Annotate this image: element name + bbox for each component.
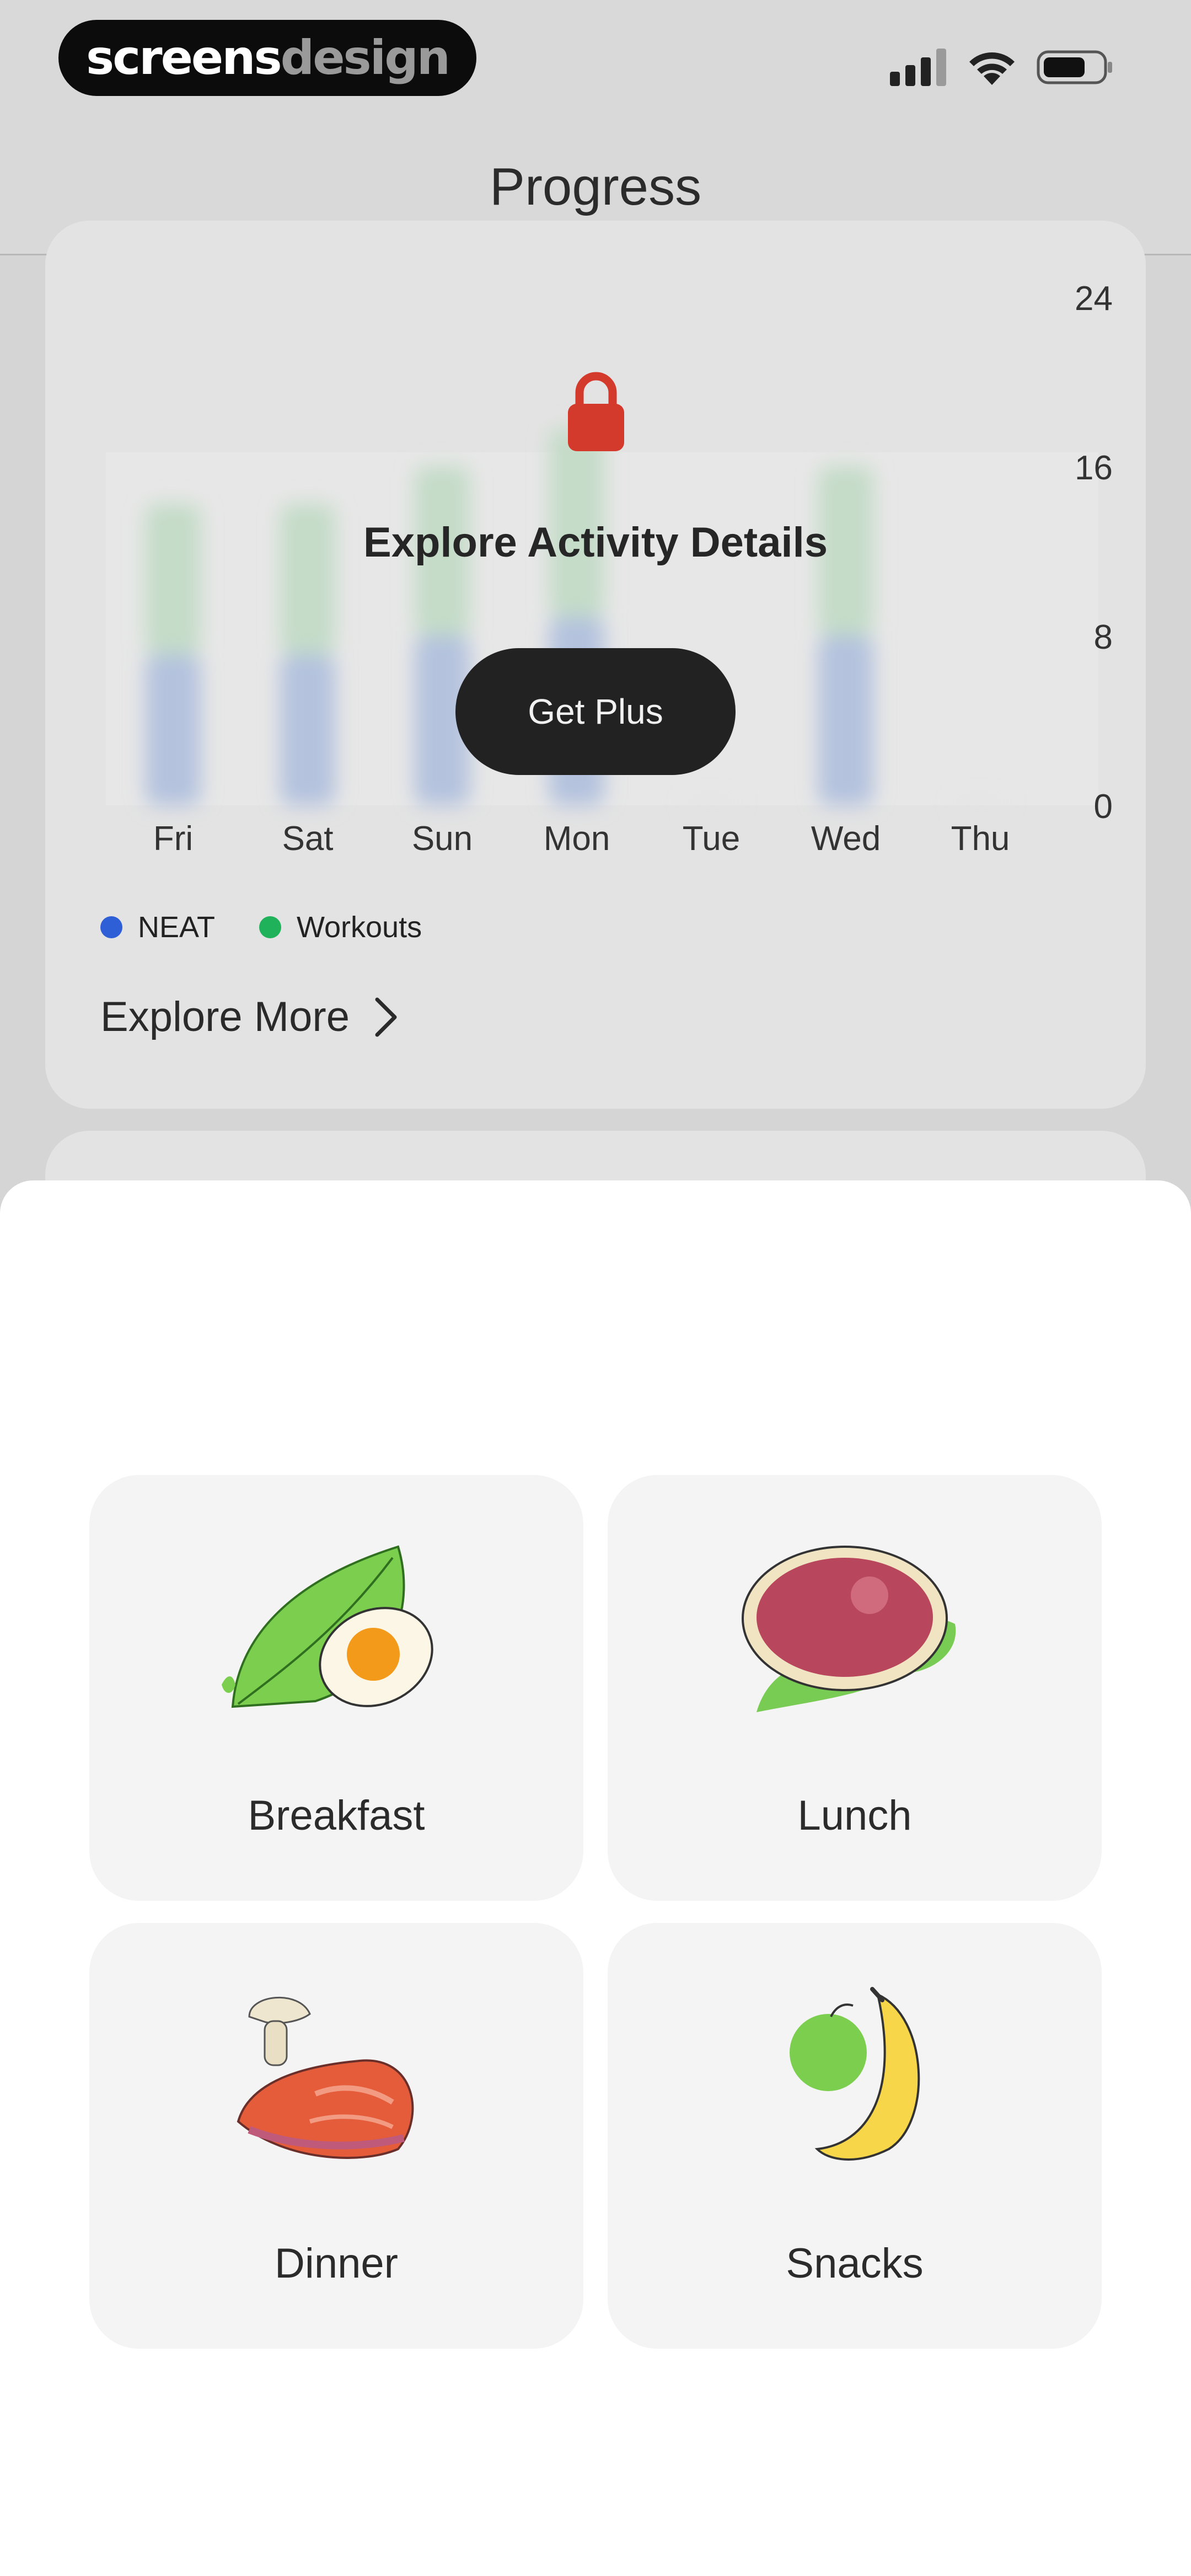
bar-neat-wed [818, 635, 873, 805]
bar-workouts-tue [684, 802, 739, 805]
meal-tile-snacks[interactable]: Snacks [608, 1923, 1102, 2349]
meal-picker-sheet: Breakfast Lunch Dinner Snacks [0, 1180, 1191, 2576]
y-tick-24: 24 [1075, 280, 1113, 318]
x-tick-wed: Wed [811, 820, 881, 858]
status-icons [890, 47, 1114, 86]
y-tick-8: 8 [1093, 618, 1113, 656]
y-tick-0: 0 [1093, 788, 1113, 826]
meal-label-snacks: Snacks [786, 2240, 924, 2287]
meal-tile-lunch[interactable]: Lunch [608, 1475, 1102, 1901]
legend-label-neat: NEAT [138, 911, 216, 944]
meal-tile-dinner[interactable]: Dinner [89, 1923, 583, 2349]
bar-workouts-thu [953, 802, 1008, 805]
x-tick-fri: Fri [153, 820, 194, 858]
chart-legend: NEAT Workouts [100, 910, 422, 944]
x-tick-sun: Sun [411, 820, 473, 858]
salmon-icon [237, 1996, 414, 2159]
x-tick-sat: Sat [282, 820, 334, 858]
wifi-icon [969, 52, 1015, 85]
page-title: Progress [489, 157, 702, 216]
explore-more-link[interactable]: Explore More [100, 993, 399, 1041]
activity-card: 24 16 8 0 Fri Sat Sun Mon Tue Wed Thu Ex… [45, 221, 1146, 1109]
x-tick-thu: Thu [951, 820, 1010, 858]
get-plus-button[interactable]: Get Plus [455, 648, 736, 775]
chevron-right-icon [375, 997, 397, 1036]
brand-logo: screens design [58, 20, 476, 96]
locked-feature-title: Explore Activity Details [363, 519, 828, 566]
x-tick-mon: Mon [543, 820, 610, 858]
signal-icon [890, 49, 946, 86]
brand-logo-part2: design [280, 30, 450, 85]
meal-label-breakfast: Breakfast [248, 1792, 425, 1839]
legend-swatch-workouts [259, 916, 282, 938]
legend-label-workouts: Workouts [297, 911, 422, 944]
y-tick-16: 16 [1075, 449, 1113, 487]
bar-neat-fri [146, 654, 201, 805]
brand-logo-part1: screens [86, 30, 282, 85]
explore-more-label: Explore More [100, 993, 350, 1040]
legend-item-neat: NEAT [100, 910, 215, 944]
legend-item-workouts: Workouts [259, 910, 422, 944]
lock-icon [568, 372, 624, 451]
egg-leaf-icon [222, 1545, 433, 1708]
steak-icon [742, 1546, 956, 1712]
status-bar: screens design [0, 0, 1191, 110]
fruit-icon [790, 1987, 920, 2161]
meal-label-dinner: Dinner [275, 2240, 398, 2287]
legend-swatch-neat [100, 916, 122, 938]
bar-neat-sat [280, 654, 335, 805]
battery-icon [1037, 50, 1112, 84]
meal-label-lunch: Lunch [797, 1792, 912, 1839]
x-tick-tue: Tue [682, 820, 741, 858]
meal-tile-breakfast[interactable]: Breakfast [89, 1475, 583, 1901]
